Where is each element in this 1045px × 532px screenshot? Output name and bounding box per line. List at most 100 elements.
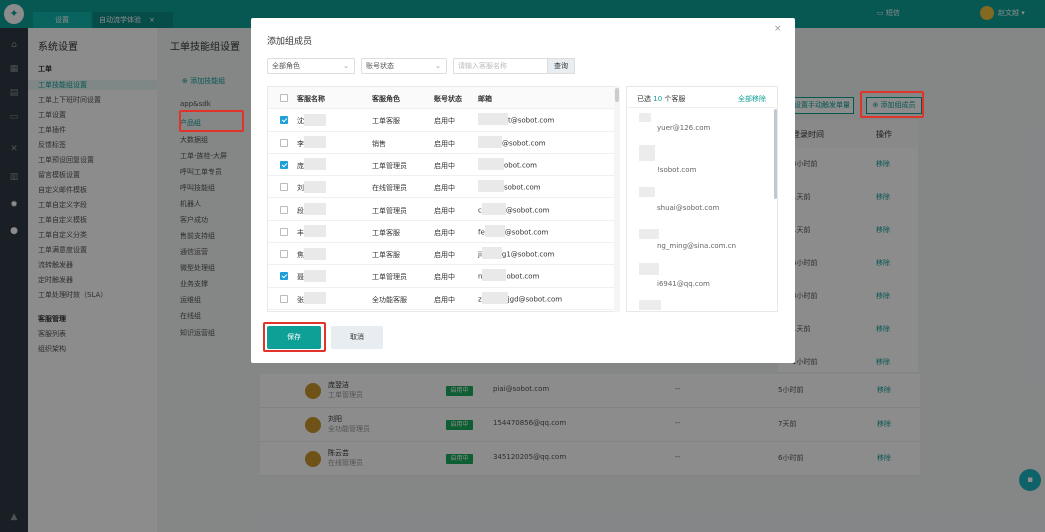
- table-row[interactable]: 张 全功能客服 启用中 z jgd@sobot.com: [268, 288, 619, 310]
- col-role: 客服角色: [372, 95, 400, 103]
- selected-scrollbar[interactable]: [774, 109, 777, 199]
- selected-panel: 已选 10 个客服 全部移除 yuer@126.com !sobot.com s…: [626, 86, 778, 312]
- email-part: @sobot.com: [505, 206, 550, 214]
- redacted-name: [639, 113, 651, 122]
- chevron-down-icon: ⌄: [343, 62, 349, 70]
- selected-email: ng_ming@sina.com.cn: [657, 242, 737, 250]
- agent-email: z jgd@sobot.com: [478, 291, 562, 304]
- table-scrollbar[interactable]: [614, 86, 620, 312]
- agent-status: 启用中: [434, 273, 455, 282]
- cancel-button[interactable]: 取消: [331, 326, 383, 349]
- email-part: @sobot.com: [504, 228, 549, 237]
- agent-status: 启用中: [434, 295, 455, 304]
- agent-role: 工单管理员: [372, 206, 407, 215]
- redacted: [481, 247, 502, 260]
- table-row[interactable]: 焦 工单客服 启用中 ji g1@sobot.com: [268, 243, 619, 266]
- table-row[interactable]: 丰 工单客服 启用中 fe @sobot.com: [268, 221, 619, 244]
- redacted: [304, 292, 326, 305]
- redacted: [304, 247, 326, 260]
- redacted-name: [639, 187, 655, 197]
- agent-table: 客服名称 客服角色 账号状态 邮箱 沈 工单客服 启用中 t@sobot.com…: [267, 86, 620, 312]
- search-button[interactable]: 查询: [547, 58, 575, 74]
- email-part: g1@sobot.com: [501, 250, 555, 259]
- scrollbar-thumb[interactable]: [615, 88, 619, 102]
- redacted: [304, 113, 326, 126]
- agent-status: 启用中: [434, 184, 455, 193]
- row-checkbox[interactable]: [280, 294, 288, 303]
- table-row[interactable]: 庞 工单管理员 启用中 obot.com: [268, 154, 619, 177]
- row-checkbox[interactable]: [280, 160, 288, 169]
- col-name: 客服名称: [297, 95, 325, 103]
- agent-status: 启用中: [434, 251, 455, 260]
- row-checkbox[interactable]: [280, 183, 288, 192]
- agent-status: 启用中: [434, 161, 455, 170]
- row-checkbox[interactable]: [280, 205, 288, 214]
- agent-status: 启用中: [434, 139, 455, 148]
- agent-status: 启用中: [434, 228, 455, 237]
- selected-prefix: 已选: [637, 95, 651, 103]
- agent-name-text: 焦: [297, 251, 304, 260]
- row-checkbox[interactable]: [280, 116, 288, 125]
- table-row[interactable]: 李 销售 启用中 @sobot.com: [268, 132, 619, 154]
- redacted: [478, 113, 508, 126]
- highlight-box: [263, 322, 326, 352]
- agent-role: 在线管理员: [372, 184, 407, 193]
- agent-email: c @sobot.com: [478, 202, 550, 215]
- status-filter-select[interactable]: 账号状态 ⌄: [361, 58, 447, 74]
- redacted: [304, 225, 326, 238]
- redacted: [484, 224, 505, 237]
- agent-email: sobot.com: [478, 180, 541, 193]
- redacted: [478, 180, 504, 193]
- email-part: obot.com: [506, 272, 540, 281]
- select-all-checkbox[interactable]: [280, 94, 288, 102]
- redacted-name: [639, 229, 659, 239]
- redacted: [478, 157, 504, 170]
- agent-name: 李: [297, 136, 326, 149]
- remove-all-button[interactable]: 全部移除: [738, 94, 766, 104]
- redacted: [304, 180, 326, 193]
- selected-email: !sobot.com: [657, 166, 697, 174]
- agent-name: 庞: [297, 158, 326, 171]
- agent-name: 沈: [297, 113, 326, 126]
- table-header: 客服名称 客服角色 账号状态 邮箱: [268, 87, 619, 110]
- close-icon[interactable]: ×: [774, 24, 782, 34]
- divider: [627, 107, 777, 108]
- agent-email: ji g1@sobot.com: [478, 247, 555, 260]
- agent-role: 工单客服: [372, 251, 400, 260]
- agent-email: obot.com: [478, 157, 537, 170]
- col-status: 账号状态: [434, 95, 462, 103]
- role-filter-select[interactable]: 全部角色 ⌄: [267, 58, 355, 74]
- chevron-down-icon: ⌄: [435, 62, 441, 70]
- table-row[interactable]: 聂 工单管理员 启用中 n obot.com: [268, 265, 619, 288]
- row-checkbox[interactable]: [280, 272, 288, 281]
- agent-name-text: 李: [297, 139, 304, 148]
- redacted: [481, 291, 508, 304]
- add-member-dialog: 添加组成员 × 全部角色 ⌄ 账号状态 ⌄ 请输入客服名称 查询 客服名称 客服角色…: [251, 18, 795, 363]
- redacted-name: [639, 263, 659, 275]
- agent-name-text: 刘: [297, 184, 304, 193]
- redacted: [481, 202, 506, 215]
- row-checkbox[interactable]: [280, 227, 288, 236]
- agent-name: 丰: [297, 225, 326, 238]
- table-row[interactable]: 段 工单管理员 启用中 c @sobot.com: [268, 199, 619, 221]
- row-checkbox[interactable]: [280, 250, 288, 259]
- dialog-title: 添加组成员: [267, 37, 313, 47]
- agent-name-text: 聂: [297, 273, 304, 282]
- agent-email: n obot.com: [478, 269, 540, 282]
- status-filter-value: 账号状态: [366, 62, 394, 70]
- row-checkbox[interactable]: [280, 138, 288, 147]
- selected-suffix: 个客服: [664, 95, 686, 103]
- search-input[interactable]: 请输入客服名称: [453, 58, 549, 74]
- highlight-box: [860, 91, 924, 118]
- redacted-name: [639, 145, 655, 161]
- table-row[interactable]: 沈 工单客服 启用中 t@sobot.com: [268, 109, 619, 132]
- agent-status: 启用中: [434, 206, 455, 215]
- selected-count-label: 已选 10 个客服: [637, 94, 685, 104]
- agent-role: 工单管理员: [372, 161, 407, 170]
- agent-name: 刘: [297, 180, 326, 193]
- table-row[interactable]: 刘 在线管理员 启用中 sobot.com: [268, 176, 619, 199]
- agent-name-text: 沈: [297, 117, 304, 126]
- col-email: 邮箱: [478, 95, 492, 103]
- selected-count: 10: [653, 95, 663, 103]
- agent-email: @sobot.com: [478, 135, 546, 148]
